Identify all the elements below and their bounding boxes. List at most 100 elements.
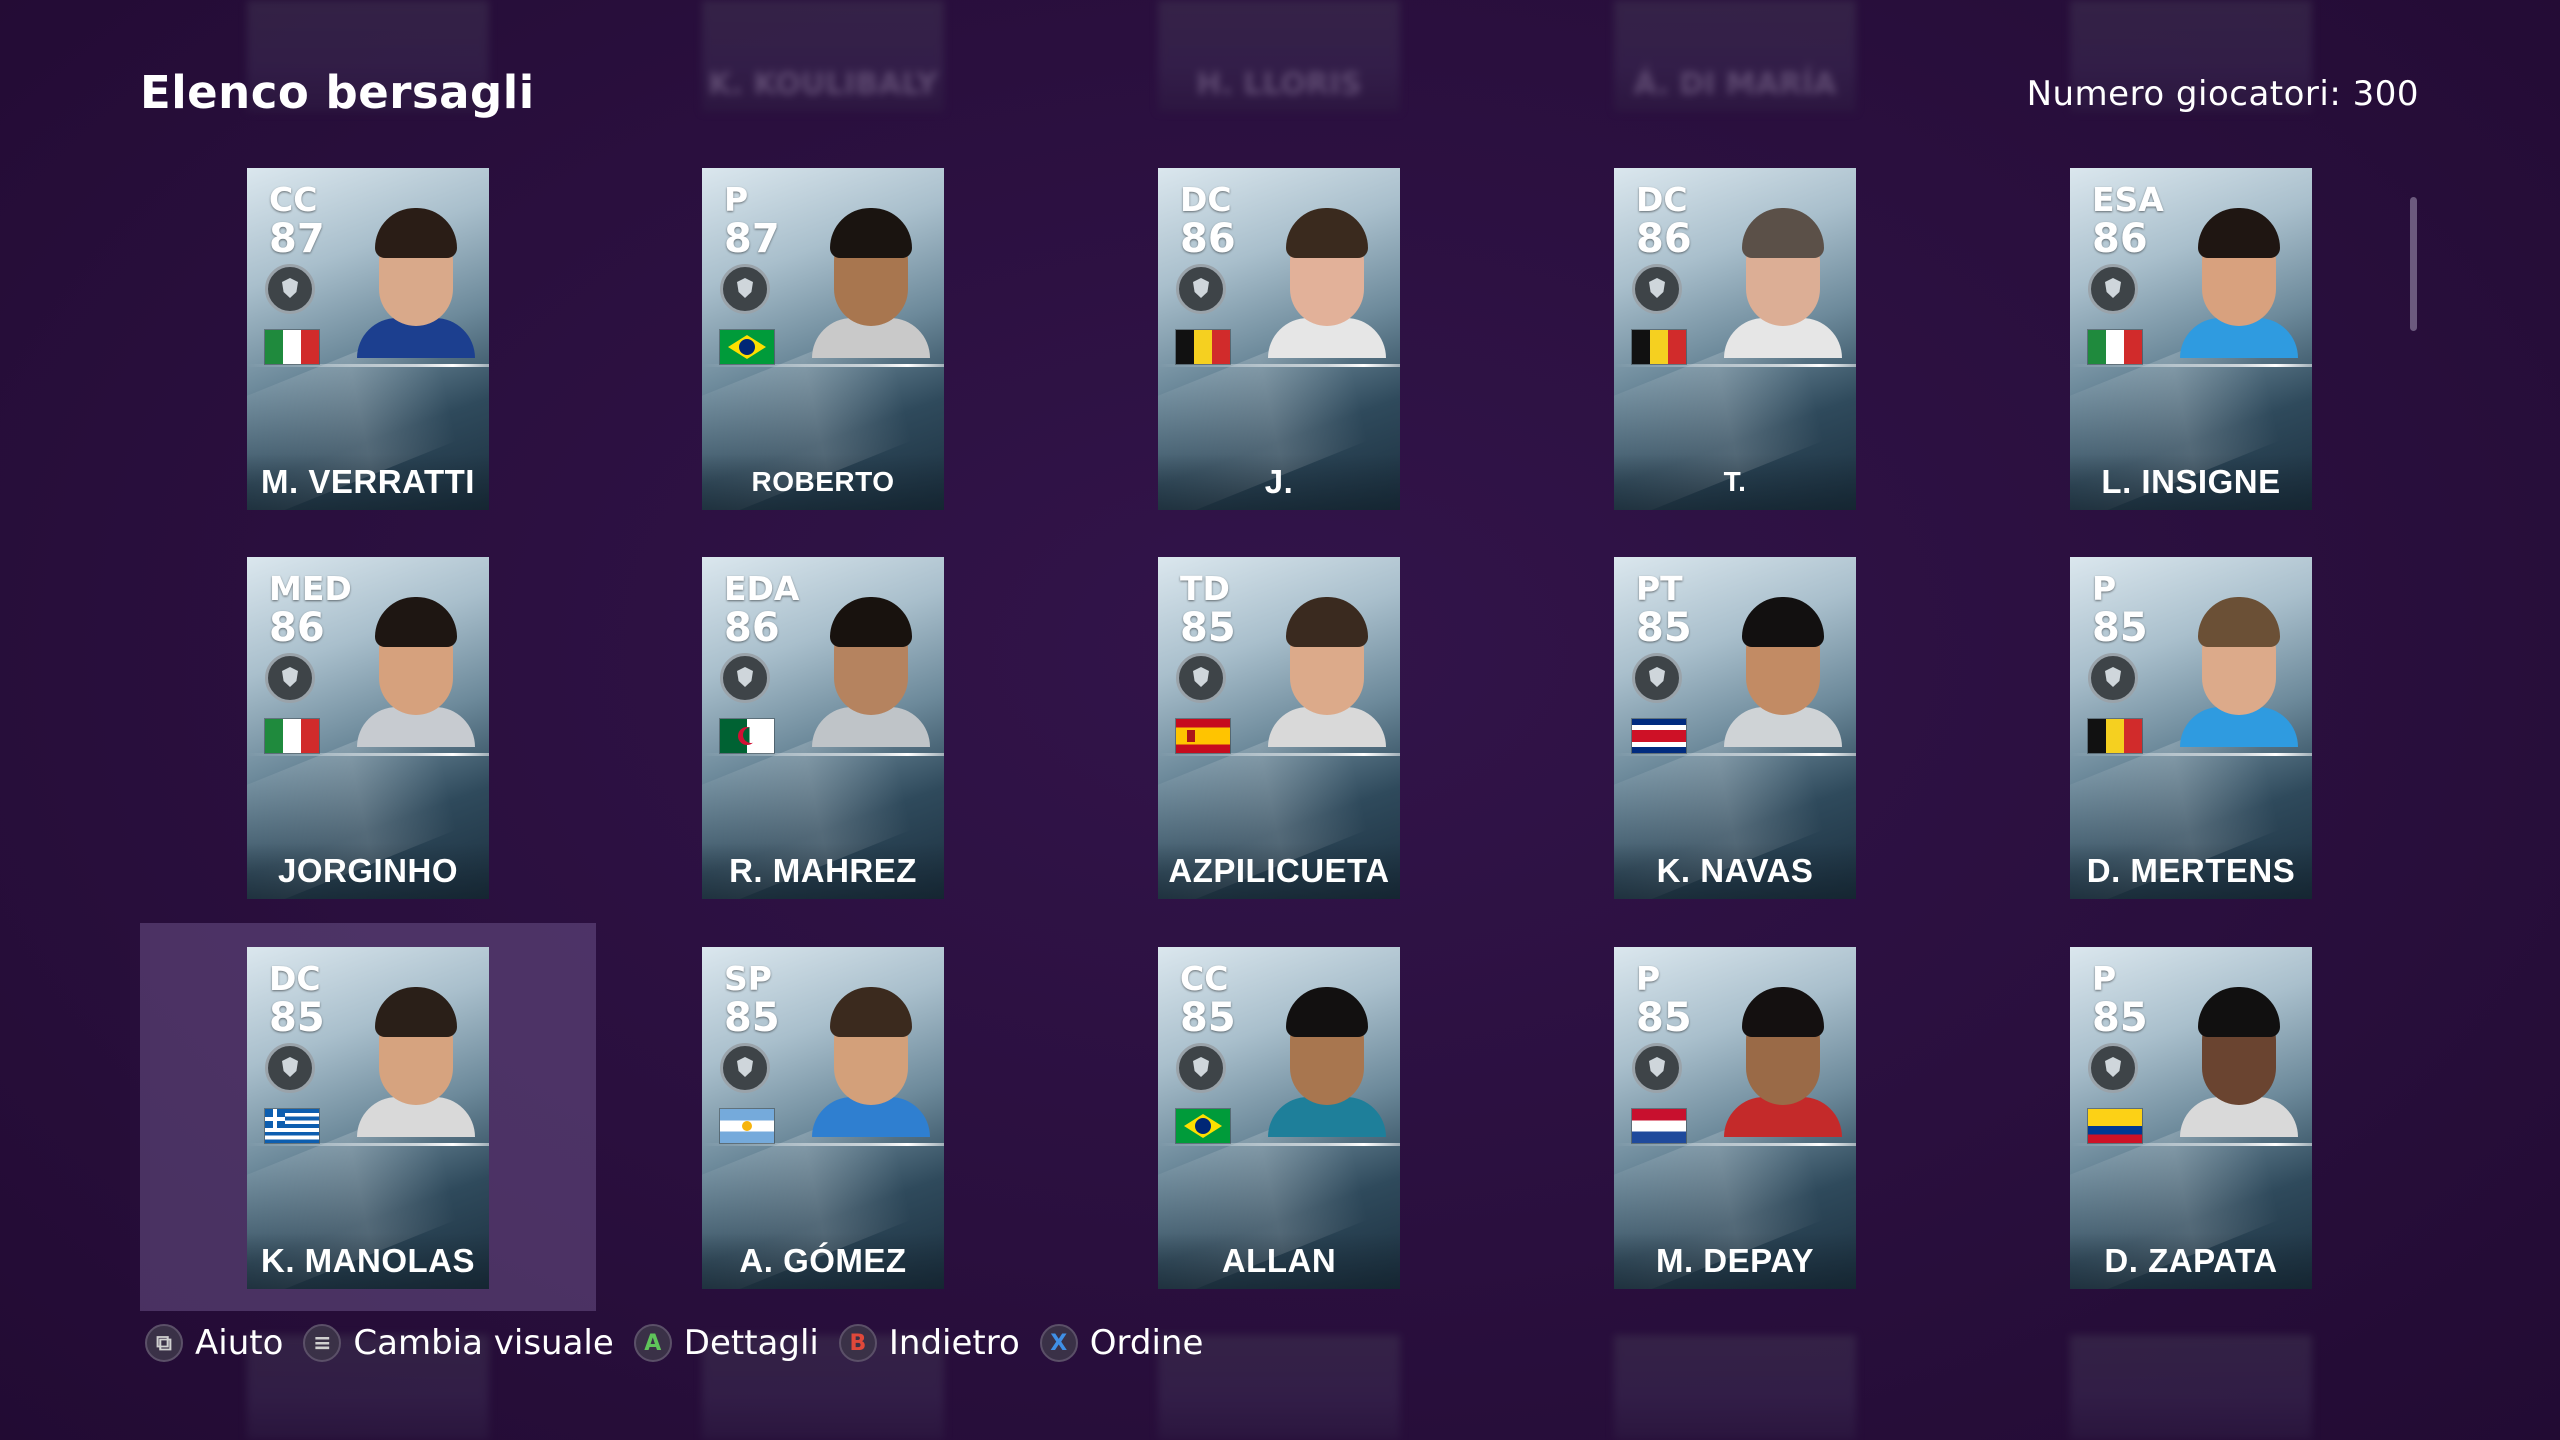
player-name: AZPILICUETA	[1158, 843, 1400, 899]
card-divider	[1158, 1143, 1400, 1146]
player-hair	[1742, 208, 1824, 258]
hint-cambia-visuale[interactable]: ≡ Cambia visuale	[303, 1323, 614, 1363]
player-card[interactable]: CC 85 ALLAN	[1158, 947, 1400, 1289]
player-position: P	[724, 180, 749, 219]
card-divider	[1614, 753, 1856, 756]
player-position: P	[2092, 569, 2117, 608]
player-rating: 85	[724, 995, 780, 1041]
card-divider	[1614, 1143, 1856, 1146]
club-badge-icon	[2088, 653, 2138, 703]
player-position: P	[2092, 959, 2117, 998]
player-position: CC	[1180, 959, 1229, 998]
player-rating: 85	[1636, 605, 1692, 651]
player-hair	[830, 597, 912, 647]
hint-label: Dettagli	[683, 1323, 819, 1363]
hint-indietro[interactable]: B Indietro	[838, 1323, 1020, 1363]
card-divider	[2070, 1143, 2312, 1146]
player-portrait	[2180, 597, 2298, 747]
player-name: D. ZAPATA	[2070, 1233, 2312, 1289]
flag-emblem	[1187, 730, 1195, 742]
player-hair	[1286, 597, 1368, 647]
scrollbar[interactable]	[2410, 197, 2417, 331]
player-card[interactable]: MED 86 JORGINHO	[247, 557, 489, 899]
player-rating: 85	[2092, 605, 2148, 651]
player-card[interactable]: DC 86 T. ALDERWEIRELD	[1614, 168, 1856, 510]
player-card[interactable]: EDA 86 R. MAHREZ	[702, 557, 944, 899]
club-badge-icon	[1176, 264, 1226, 314]
hint-dettagli[interactable]: A Dettagli	[633, 1323, 819, 1363]
greece-flag-icon	[265, 1109, 319, 1143]
player-name: A. GÓMEZ	[702, 1233, 944, 1289]
card-divider	[247, 1143, 489, 1146]
player-name: T. ALDERWEIRELD	[1614, 454, 1856, 510]
flag-crescent-cut	[743, 727, 759, 743]
player-card[interactable]: P 85 M. DEPAY	[1614, 947, 1856, 1289]
a-button-icon: A	[633, 1324, 672, 1362]
player-card[interactable]: CC 87 M. VERRATTI	[247, 168, 489, 510]
player-portrait	[1268, 208, 1386, 358]
player-card[interactable]: SP 85 A. GÓMEZ	[702, 947, 944, 1289]
card-divider	[1158, 364, 1400, 367]
player-card[interactable]: DC 85 K. MANOLAS	[247, 947, 489, 1289]
player-portrait	[357, 987, 475, 1137]
player-card[interactable]: ESA 86 L. INSIGNE	[2070, 168, 2312, 510]
player-position: ESA	[2092, 180, 2164, 219]
player-hair	[2198, 208, 2280, 258]
brazil-flag-icon	[720, 330, 774, 364]
ghost-card-bottom	[2070, 1335, 2312, 1440]
hint-label: Aiuto	[195, 1323, 284, 1363]
player-hair	[2198, 597, 2280, 647]
player-name: L. INSIGNE	[2070, 454, 2312, 510]
player-card[interactable]: P 87 ROBERTO FIRMINO	[702, 168, 944, 510]
card-divider	[247, 753, 489, 756]
club-badge-icon	[1632, 653, 1682, 703]
ghost-card-top: H. LLORIS	[1158, 0, 1400, 112]
player-portrait	[1268, 987, 1386, 1137]
x-button-icon: X	[1039, 1324, 1078, 1362]
player-portrait	[1268, 597, 1386, 747]
club-badge-icon	[1632, 264, 1682, 314]
italy-flag-icon	[265, 719, 319, 753]
view-button-icon: ⧉	[145, 1324, 183, 1362]
costa-rica-flag-icon	[1632, 719, 1686, 753]
player-position: SP	[724, 959, 772, 998]
player-hair	[1286, 208, 1368, 258]
player-position: PT	[1636, 569, 1683, 608]
hint-aiuto[interactable]: ⧉ Aiuto	[145, 1323, 283, 1363]
club-badge-icon	[720, 264, 770, 314]
club-badge-icon	[1176, 1043, 1226, 1093]
player-portrait	[812, 597, 930, 747]
club-badge-icon	[720, 653, 770, 703]
menu-button-icon: ≡	[303, 1324, 342, 1362]
b-button-icon: B	[838, 1324, 877, 1362]
ghost-card-name: H. LLORIS	[1196, 67, 1362, 102]
player-portrait	[1724, 208, 1842, 358]
player-rating: 86	[1636, 216, 1692, 262]
player-card[interactable]: P 85 D. ZAPATA	[2070, 947, 2312, 1289]
player-card[interactable]: TD 85 AZPILICUETA	[1158, 557, 1400, 899]
player-card[interactable]: DC 86 J. VERTONGHEN	[1158, 168, 1400, 510]
player-rating: 85	[1636, 995, 1692, 1041]
player-name: K. MANOLAS	[247, 1233, 489, 1289]
player-portrait	[812, 208, 930, 358]
flag-cross-v	[273, 1109, 277, 1128]
hint-label: Ordine	[1089, 1323, 1204, 1363]
ghost-card-name: Á. DI MARÍA	[1633, 67, 1837, 102]
player-name: M. DEPAY	[1614, 1233, 1856, 1289]
hint-label: Indietro	[888, 1323, 1020, 1363]
player-rating: 87	[724, 216, 780, 262]
player-card[interactable]: P 85 D. MERTENS	[2070, 557, 2312, 899]
italy-flag-icon	[2088, 330, 2142, 364]
player-portrait	[2180, 208, 2298, 358]
player-position: TD	[1180, 569, 1230, 608]
hint-ordine[interactable]: X Ordine	[1039, 1323, 1204, 1363]
card-divider	[702, 753, 944, 756]
club-badge-icon	[265, 653, 315, 703]
argentina-flag-icon	[720, 1109, 774, 1143]
flag-circle	[739, 339, 755, 355]
player-name: R. MAHREZ	[702, 843, 944, 899]
player-card[interactable]: PT 85 K. NAVAS	[1614, 557, 1856, 899]
belgium-flag-icon	[2088, 719, 2142, 753]
flag-sun	[742, 1121, 752, 1131]
player-position: CC	[269, 180, 318, 219]
